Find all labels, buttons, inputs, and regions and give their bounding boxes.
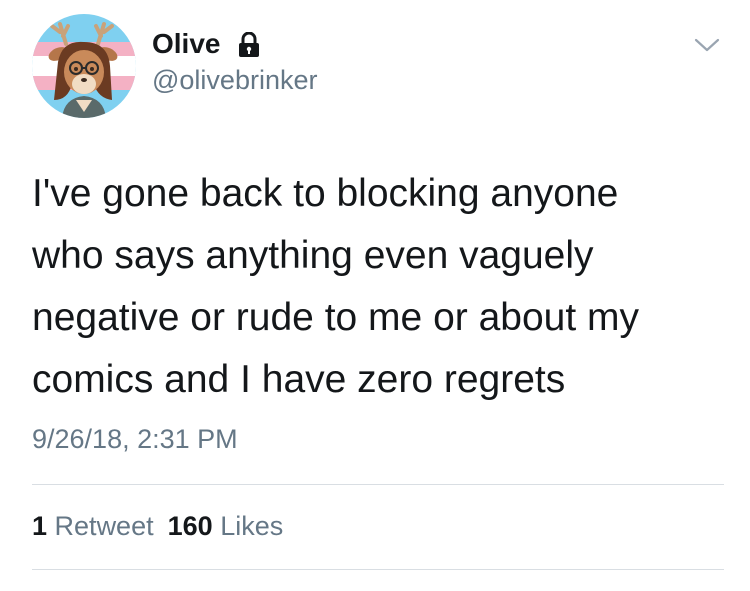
- chevron-down-icon[interactable]: [693, 36, 721, 54]
- retweets-label: Retweet: [54, 511, 154, 541]
- user-handle[interactable]: @olivebrinker: [152, 63, 317, 97]
- retweets-stat[interactable]: 1 Retweet: [32, 511, 154, 541]
- divider: [32, 569, 724, 570]
- divider: [32, 484, 724, 485]
- tweet-text-line: I've gone back to blocking anyone: [32, 172, 619, 215]
- avatar[interactable]: [32, 14, 136, 118]
- lock-icon: [239, 32, 259, 57]
- retweets-count: 1: [32, 511, 48, 541]
- tweet-timestamp[interactable]: 9/26/18, 2:31 PM: [32, 421, 238, 457]
- tweet-stats: 1 Retweet 160 Likes: [32, 506, 283, 546]
- likes-stat[interactable]: 160 Likes: [168, 511, 284, 541]
- deer-avatar-icon: [32, 14, 136, 118]
- tweet-text: I've gone back to blocking anyone who sa…: [32, 163, 722, 411]
- tweet-text-line: comics and I have zero regrets: [32, 358, 566, 401]
- tweet-card: Olive @olivebrinker I've gone back to bl…: [0, 0, 750, 591]
- tweet-text-line: who says anything even vaguely: [32, 234, 594, 277]
- display-name[interactable]: Olive: [152, 27, 220, 61]
- likes-label: Likes: [220, 511, 284, 541]
- tweet-text-line: negative or rude to me or about my: [32, 296, 639, 339]
- likes-count: 160: [167, 511, 213, 541]
